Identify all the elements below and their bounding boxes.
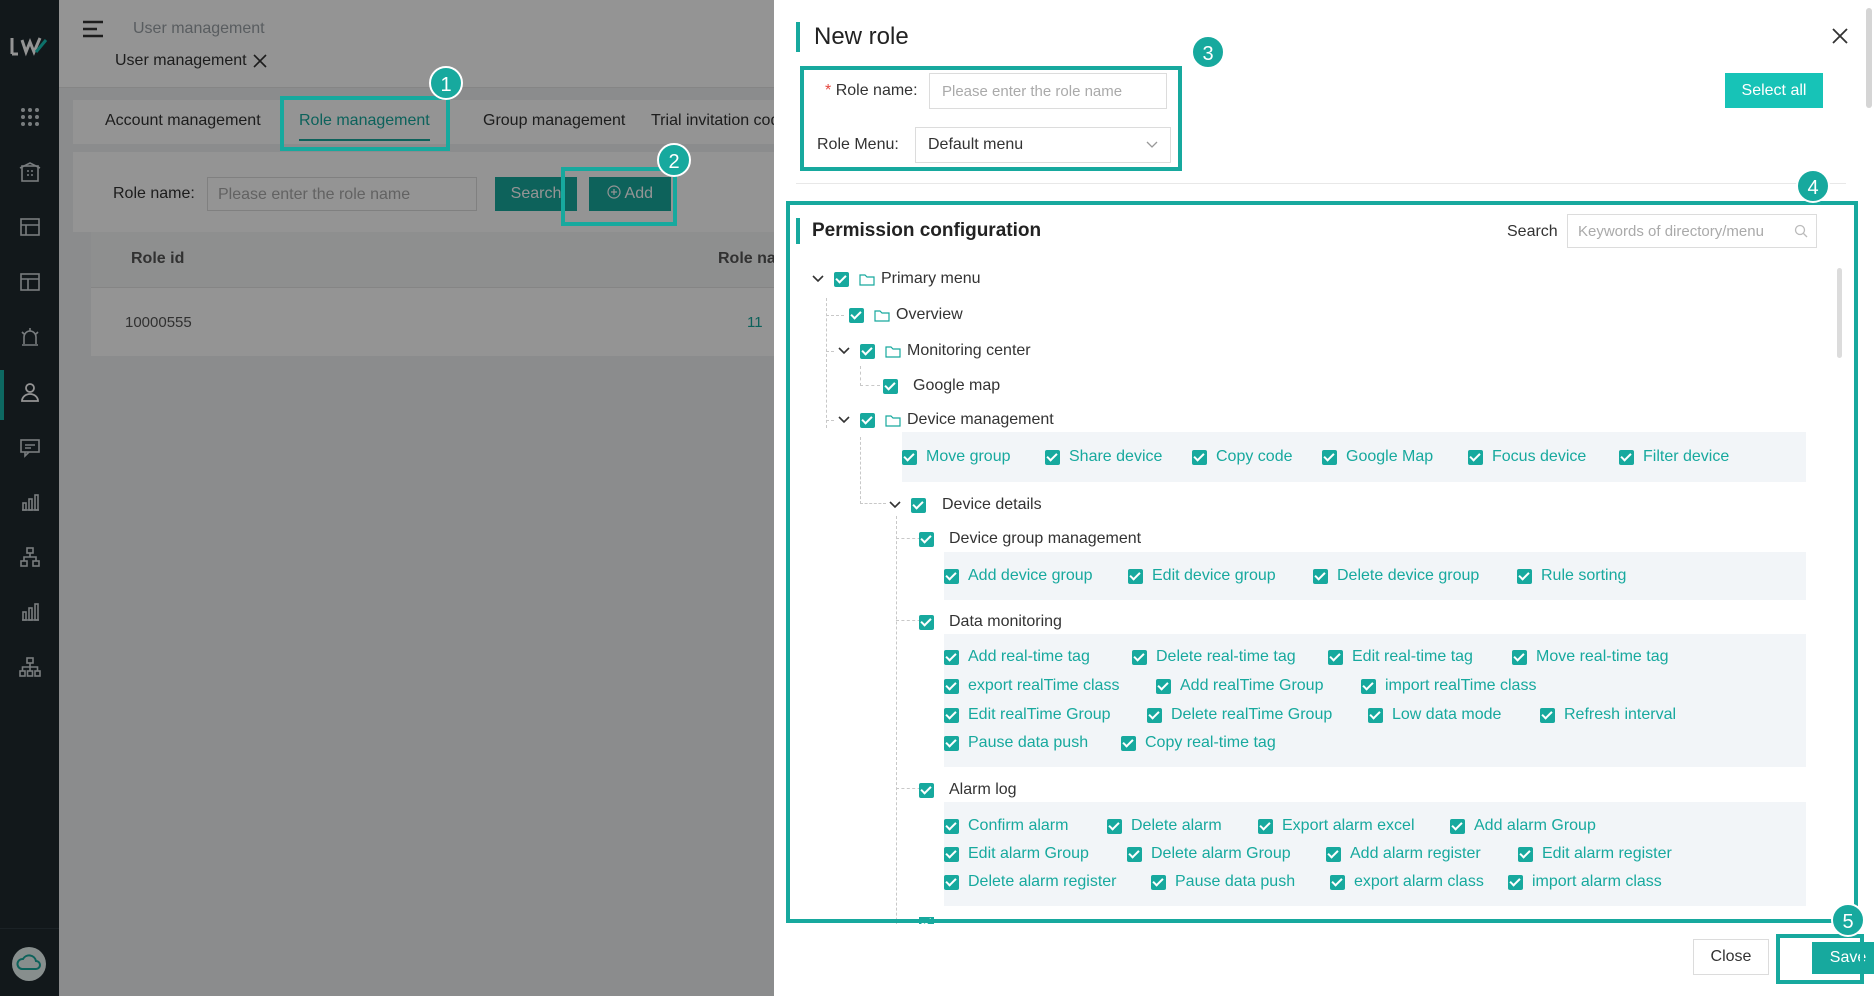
callout-box-1 bbox=[280, 96, 450, 151]
callout-box-2 bbox=[561, 167, 677, 226]
callout-number-2: 2 bbox=[657, 143, 691, 177]
callout-box-3 bbox=[800, 66, 1182, 171]
callout-number-4: 4 bbox=[1796, 169, 1830, 203]
close-button[interactable]: Close bbox=[1693, 939, 1769, 975]
callout-number-3: 3 bbox=[1191, 35, 1225, 69]
callout-number-5: 5 bbox=[1831, 903, 1865, 937]
callout-number-1: 1 bbox=[429, 66, 463, 100]
callout-box-4 bbox=[786, 201, 1858, 923]
new-role-drawer: New role * Role name: Please enter the r… bbox=[774, 0, 1874, 996]
callout-box-5 bbox=[1776, 934, 1864, 984]
